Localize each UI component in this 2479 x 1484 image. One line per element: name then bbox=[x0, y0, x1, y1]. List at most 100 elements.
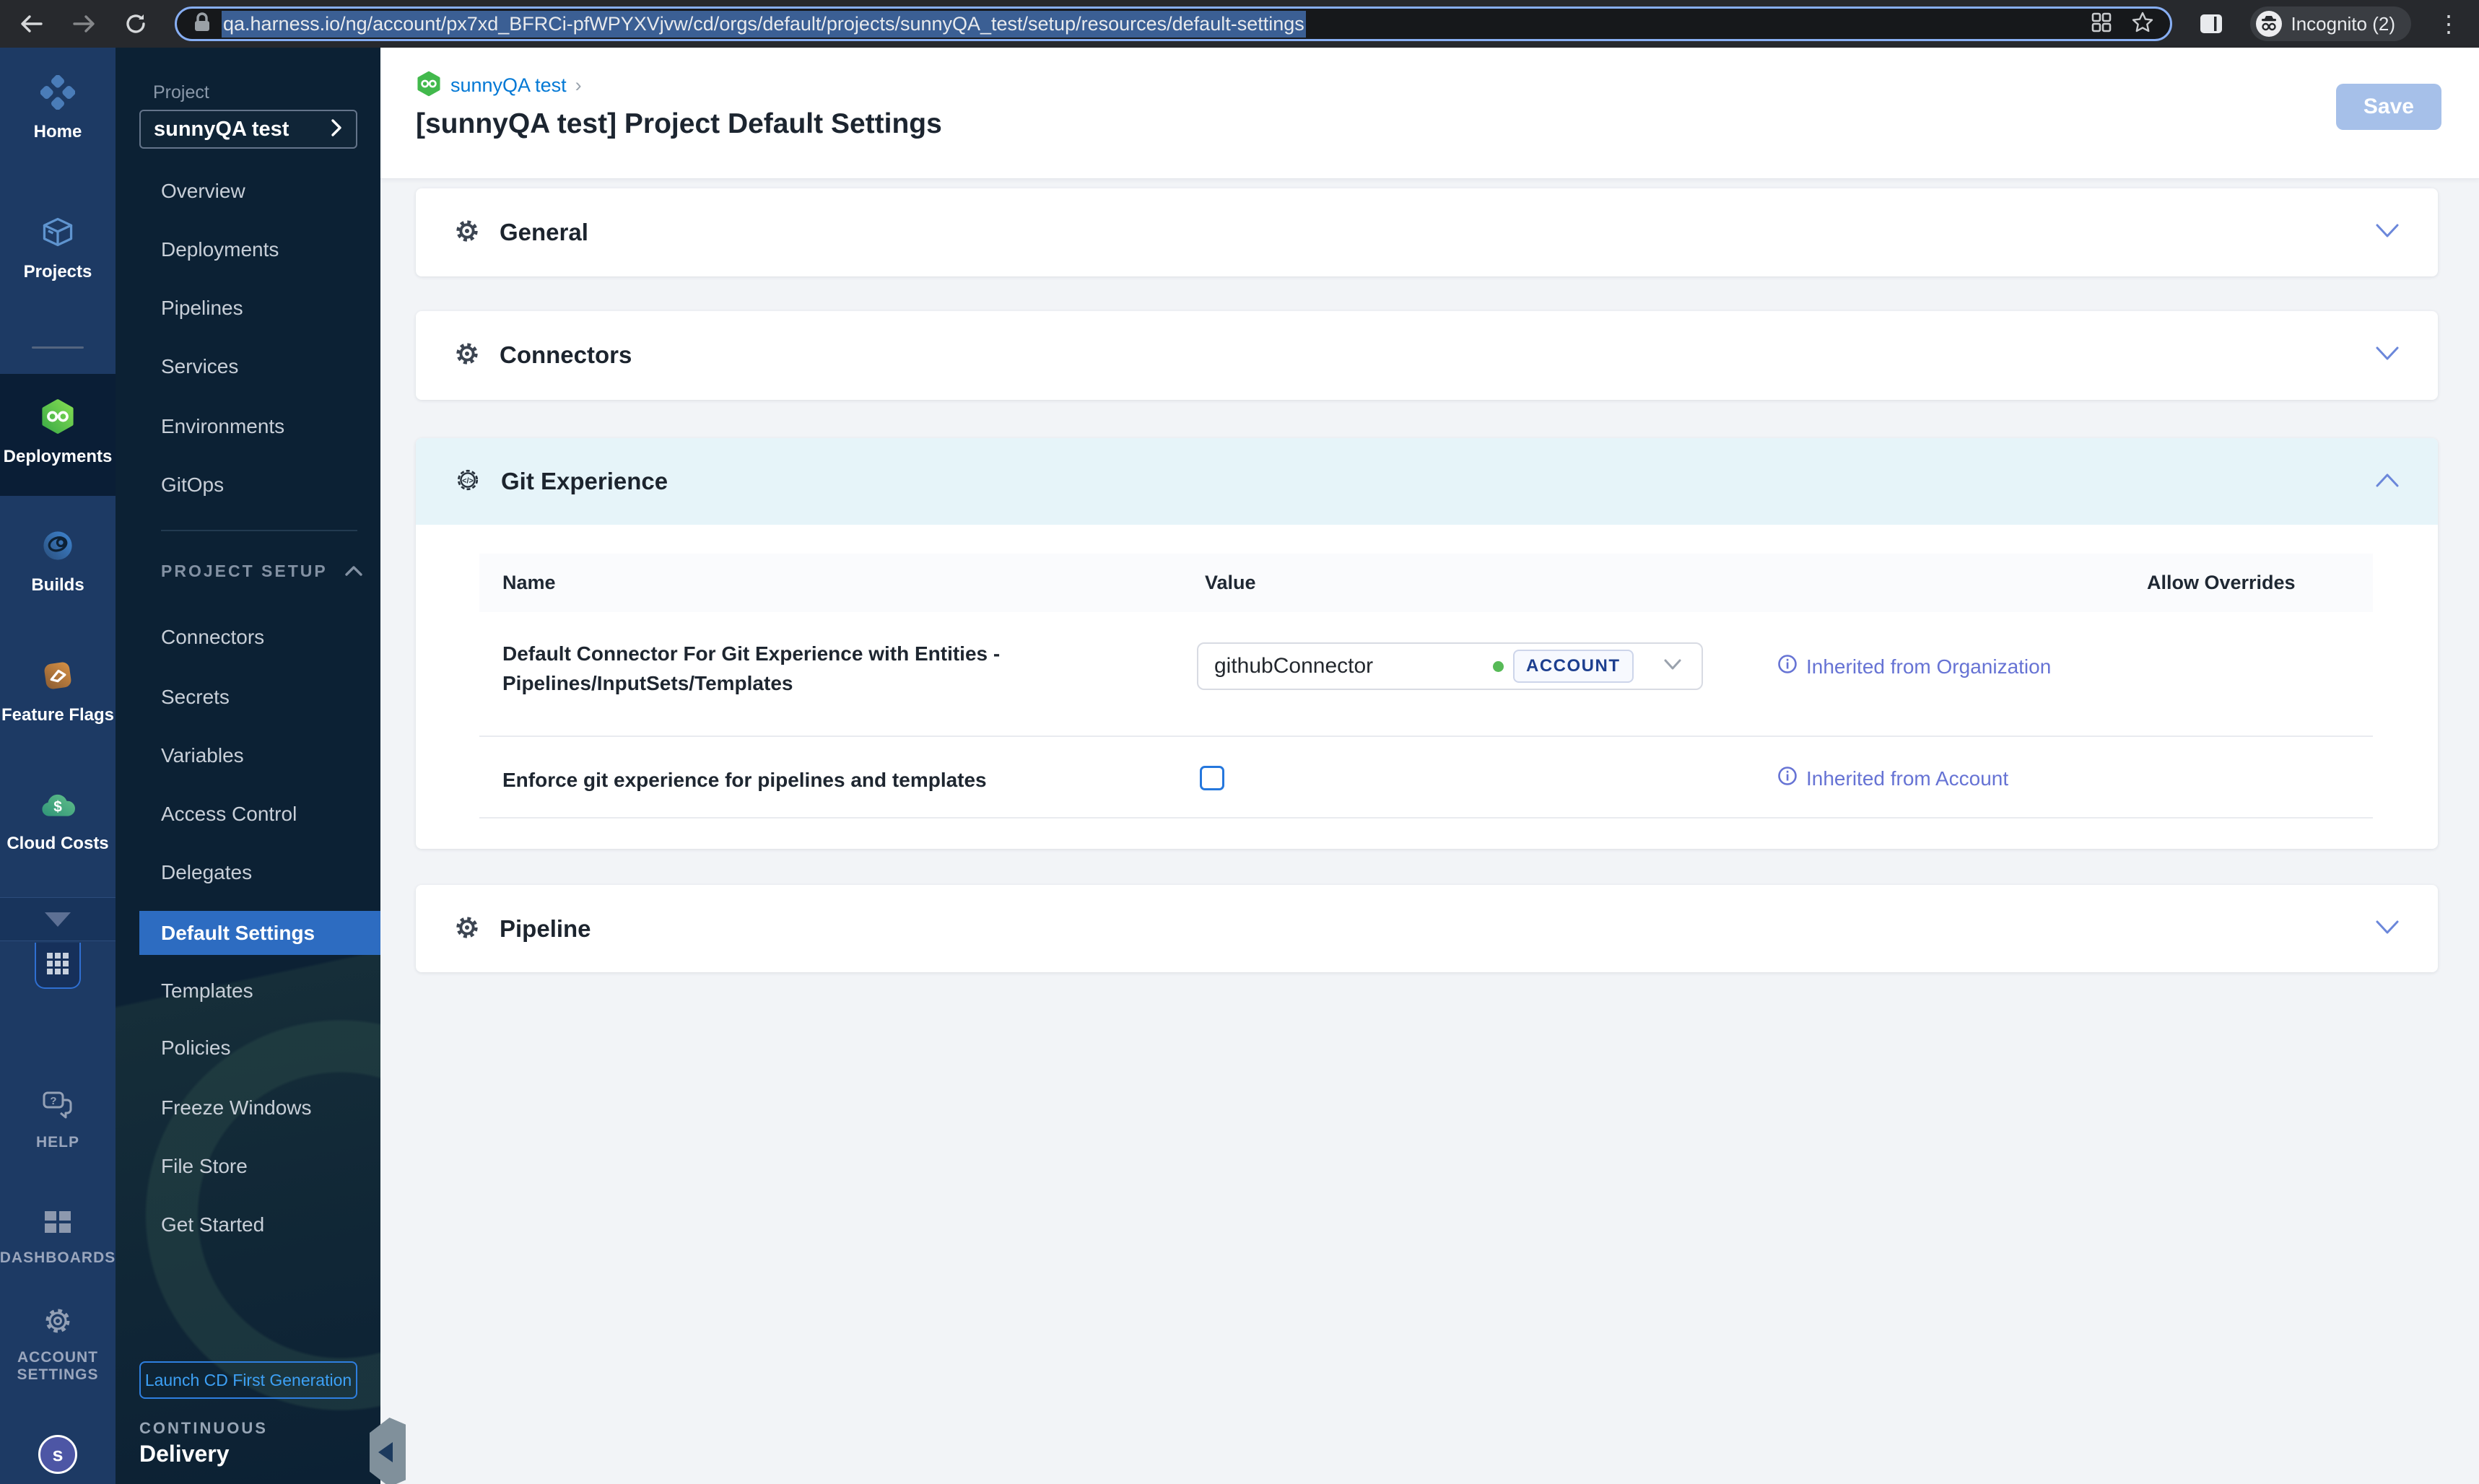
sidebar-item-overview[interactable]: Overview bbox=[116, 171, 380, 211]
sidebar-item-pipelines[interactable]: Pipelines bbox=[116, 288, 380, 328]
info-icon bbox=[1777, 654, 1798, 679]
chevron-down-icon bbox=[45, 912, 71, 927]
section-git-experience: </> Git Experience Name Value Allow Over… bbox=[416, 438, 2438, 849]
bookmark-star-icon[interactable] bbox=[2131, 11, 2154, 38]
browser-menu-icon[interactable]: ⋮ bbox=[2437, 12, 2460, 35]
chevron-up-icon bbox=[344, 562, 363, 581]
nav-item-label: Freeze Windows bbox=[161, 1096, 312, 1119]
sidebar-item-connectors[interactable]: Connectors bbox=[116, 617, 380, 658]
url-text[interactable]: qa.harness.io/ng/account/px7xd_BFRCi-pfW… bbox=[222, 10, 1306, 38]
sidebar-item-projects[interactable]: Projects bbox=[0, 215, 116, 282]
sidebar-item-deployments-nav[interactable]: Deployments bbox=[116, 230, 380, 270]
sidebar-item-label: DASHBOARDS bbox=[0, 1249, 116, 1266]
sidebar-item-policies[interactable]: Policies bbox=[116, 1028, 380, 1068]
nav-item-label: Access Control bbox=[161, 803, 297, 825]
module-picker-button[interactable] bbox=[35, 943, 81, 989]
sidebar-item-label: ACCOUNT SETTINGS bbox=[17, 1349, 99, 1384]
sidebar-item-home[interactable]: Home bbox=[0, 74, 116, 142]
sidebar-item-default-settings[interactable]: Default Settings bbox=[139, 911, 380, 955]
sidebar-collapse-handle[interactable] bbox=[370, 1418, 406, 1484]
sidebar-item-builds[interactable]: Builds bbox=[0, 528, 116, 595]
module-sidebar: Home Projects Deployments Builds Feature… bbox=[0, 48, 116, 1484]
sidebar-item-services[interactable]: Services bbox=[116, 346, 380, 387]
module-footer-title: Delivery bbox=[139, 1441, 230, 1467]
builds-icon bbox=[40, 528, 75, 567]
setting-name: Default Connector For Git Experience wit… bbox=[502, 642, 1001, 694]
sidebar-item-environments[interactable]: Environments bbox=[116, 406, 380, 447]
gear-icon bbox=[42, 1305, 74, 1340]
inherited-from-link[interactable]: Inherited from Account bbox=[1777, 766, 2008, 791]
nav-divider bbox=[161, 530, 357, 531]
nav-item-label: Get Started bbox=[161, 1213, 265, 1236]
svg-text:$: $ bbox=[53, 798, 62, 815]
sidebar-item-freeze-windows[interactable]: Freeze Windows bbox=[116, 1088, 380, 1128]
nav-item-label: Environments bbox=[161, 415, 285, 437]
column-header-value: Value bbox=[1205, 572, 1256, 593]
sidebar-item-feature-flags[interactable]: Feature Flags bbox=[0, 658, 116, 725]
inherited-from-label: Inherited from Organization bbox=[1806, 655, 2052, 678]
save-button[interactable]: Save bbox=[2335, 84, 2441, 130]
chevron-down-icon[interactable] bbox=[2374, 345, 2400, 366]
sidebar-item-label: Feature Flags bbox=[1, 705, 115, 725]
cloud-costs-icon: $ bbox=[40, 790, 76, 825]
sidebar-item-gitops[interactable]: GitOps bbox=[116, 465, 380, 505]
sidebar-item-help[interactable]: ? HELP bbox=[0, 1090, 116, 1151]
sidebar-item-file-store[interactable]: File Store bbox=[116, 1146, 380, 1187]
page-title: [sunnyQA test] Project Default Settings bbox=[416, 108, 942, 139]
forward-icon[interactable] bbox=[71, 11, 97, 37]
inherited-from-link[interactable]: Inherited from Organization bbox=[1777, 654, 2051, 679]
section-general-header[interactable]: General bbox=[416, 188, 2438, 276]
section-pipeline-header[interactable]: Pipeline bbox=[416, 885, 2438, 973]
project-setup-header[interactable]: PROJECT SETUP bbox=[161, 562, 363, 581]
gear-icon bbox=[453, 217, 481, 248]
avatar[interactable]: s bbox=[38, 1435, 77, 1474]
enforce-git-checkbox[interactable] bbox=[1200, 766, 1224, 790]
launch-button-label: Launch CD First Generation bbox=[144, 1370, 352, 1389]
sidebar-item-deployments[interactable]: Deployments bbox=[0, 398, 116, 467]
section-git-experience-header[interactable]: </> Git Experience bbox=[416, 438, 2438, 525]
sidebar-item-variables[interactable]: Variables bbox=[116, 736, 380, 776]
status-dot-icon bbox=[1493, 661, 1504, 672]
sidebar-item-get-started[interactable]: Get Started bbox=[116, 1205, 380, 1245]
screen: qa.harness.io/ng/account/px7xd_BFRCi-pfW… bbox=[0, 0, 2479, 1484]
collapse-left-icon bbox=[378, 1442, 393, 1462]
nav-item-label: Variables bbox=[161, 744, 244, 767]
project-selector[interactable]: sunnyQA test bbox=[139, 110, 357, 149]
sidebar-item-delegates[interactable]: Delegates bbox=[116, 852, 380, 893]
chevron-up-icon[interactable] bbox=[2374, 471, 2400, 492]
help-chat-icon: ? bbox=[41, 1090, 74, 1125]
sidebar-item-templates[interactable]: Templates bbox=[116, 971, 380, 1011]
sidebar-item-label: HELP bbox=[35, 1134, 79, 1151]
breadcrumb-project-link[interactable]: sunnyQA test bbox=[450, 74, 567, 97]
sidebar-item-label: Builds bbox=[31, 575, 84, 595]
connector-select[interactable]: githubConnector ACCOUNT bbox=[1197, 642, 1703, 690]
reload-icon[interactable] bbox=[123, 11, 149, 37]
setting-name: Enforce git experience for pipelines and… bbox=[502, 769, 987, 791]
sidebar-item-dashboards[interactable]: DASHBOARDS bbox=[0, 1208, 116, 1267]
nav-item-label: Pipelines bbox=[161, 297, 243, 319]
module-divider bbox=[32, 346, 84, 349]
launch-cd-first-gen-button[interactable]: Launch CD First Generation bbox=[139, 1361, 357, 1399]
module-scroll-strip[interactable] bbox=[0, 897, 116, 941]
inherited-from-label: Inherited from Account bbox=[1806, 767, 2009, 790]
sidebar-item-account-settings[interactable]: ACCOUNT SETTINGS bbox=[0, 1305, 116, 1384]
nav-item-label: Connectors bbox=[161, 626, 265, 648]
back-icon[interactable] bbox=[19, 11, 45, 37]
info-icon bbox=[1777, 766, 1798, 791]
sidebar-item-secrets[interactable]: Secrets bbox=[116, 677, 380, 717]
url-bar[interactable]: qa.harness.io/ng/account/px7xd_BFRCi-pfW… bbox=[175, 6, 2173, 41]
settings-table: Name Value Allow Overrides Default Conne… bbox=[479, 554, 2373, 819]
nav-item-label: Services bbox=[161, 355, 239, 377]
sidebar-item-cloud-costs[interactable]: $ Cloud Costs bbox=[0, 790, 116, 854]
section-connectors-header[interactable]: Connectors bbox=[416, 311, 2438, 399]
breadcrumb: sunnyQA test › bbox=[416, 71, 582, 100]
side-panel-icon[interactable] bbox=[2198, 11, 2224, 37]
sidebar-item-access-control[interactable]: Access Control bbox=[116, 794, 380, 834]
profile-incognito[interactable]: Incognito (2) bbox=[2250, 6, 2411, 41]
browser-toolbar: qa.harness.io/ng/account/px7xd_BFRCi-pfW… bbox=[0, 0, 2479, 48]
chevron-down-icon[interactable] bbox=[2374, 222, 2400, 243]
table-row: Enforce git experience for pipelines and… bbox=[479, 737, 2373, 819]
tab-groups-icon[interactable] bbox=[2091, 12, 2112, 37]
chevron-down-icon[interactable] bbox=[2374, 919, 2400, 940]
section-pipeline: Pipeline bbox=[416, 885, 2438, 972]
